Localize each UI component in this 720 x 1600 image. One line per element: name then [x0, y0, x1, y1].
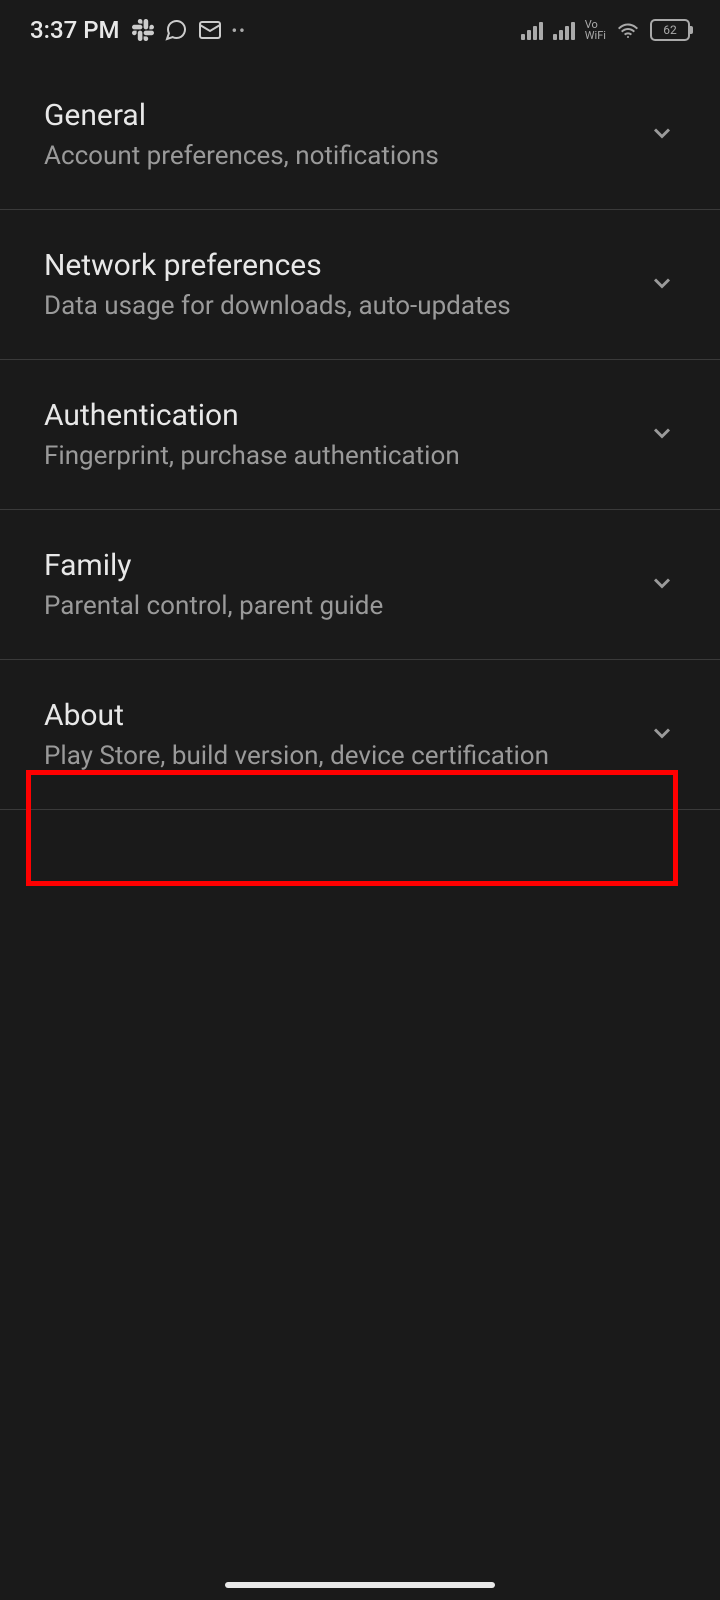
home-indicator[interactable]: [225, 1582, 495, 1588]
settings-title: Network preferences: [44, 248, 628, 283]
settings-subtitle: Account preferences, notifications: [44, 141, 628, 171]
slack-icon: [132, 19, 154, 41]
settings-item-family[interactable]: Family Parental control, parent guide: [0, 510, 720, 660]
settings-item-content: About Play Store, build version, device …: [44, 698, 628, 771]
chevron-down-icon: [648, 419, 676, 451]
more-notifications-icon: ••: [232, 21, 247, 40]
status-bar: 3:37 PM ••: [0, 0, 720, 60]
settings-subtitle: Data usage for downloads, auto-updates: [44, 291, 628, 321]
settings-list: General Account preferences, notificatio…: [0, 60, 720, 810]
settings-item-network[interactable]: Network preferences Data usage for downl…: [0, 210, 720, 360]
settings-item-authentication[interactable]: Authentication Fingerprint, purchase aut…: [0, 360, 720, 510]
settings-item-content: Family Parental control, parent guide: [44, 548, 628, 621]
chevron-down-icon: [648, 569, 676, 601]
settings-item-general[interactable]: General Account preferences, notificatio…: [0, 60, 720, 210]
chevron-down-icon: [648, 719, 676, 751]
settings-title: About: [44, 698, 628, 733]
status-notification-icons: ••: [132, 18, 247, 42]
battery-icon: 62: [650, 19, 690, 41]
status-time: 3:37 PM: [30, 16, 120, 44]
settings-item-about[interactable]: About Play Store, build version, device …: [0, 660, 720, 810]
signal-icon-2: [553, 20, 575, 40]
signal-icon-1: [521, 20, 543, 40]
settings-subtitle: Fingerprint, purchase authentication: [44, 441, 628, 471]
settings-item-content: General Account preferences, notificatio…: [44, 98, 628, 171]
settings-item-content: Network preferences Data usage for downl…: [44, 248, 628, 321]
settings-subtitle: Play Store, build version, device certif…: [44, 741, 628, 771]
settings-item-content: Authentication Fingerprint, purchase aut…: [44, 398, 628, 471]
status-right: Vo WiFi 62: [521, 18, 690, 42]
settings-title: General: [44, 98, 628, 133]
status-left: 3:37 PM ••: [30, 16, 247, 44]
settings-title: Authentication: [44, 398, 628, 433]
wifi-icon: [616, 18, 640, 42]
chevron-down-icon: [648, 119, 676, 151]
battery-level: 62: [663, 23, 677, 37]
settings-title: Family: [44, 548, 628, 583]
chevron-down-icon: [648, 269, 676, 301]
gmail-icon: [198, 18, 222, 42]
settings-subtitle: Parental control, parent guide: [44, 591, 628, 621]
vowifi-icon: Vo WiFi: [585, 19, 606, 41]
whatsapp-icon: [164, 18, 188, 42]
